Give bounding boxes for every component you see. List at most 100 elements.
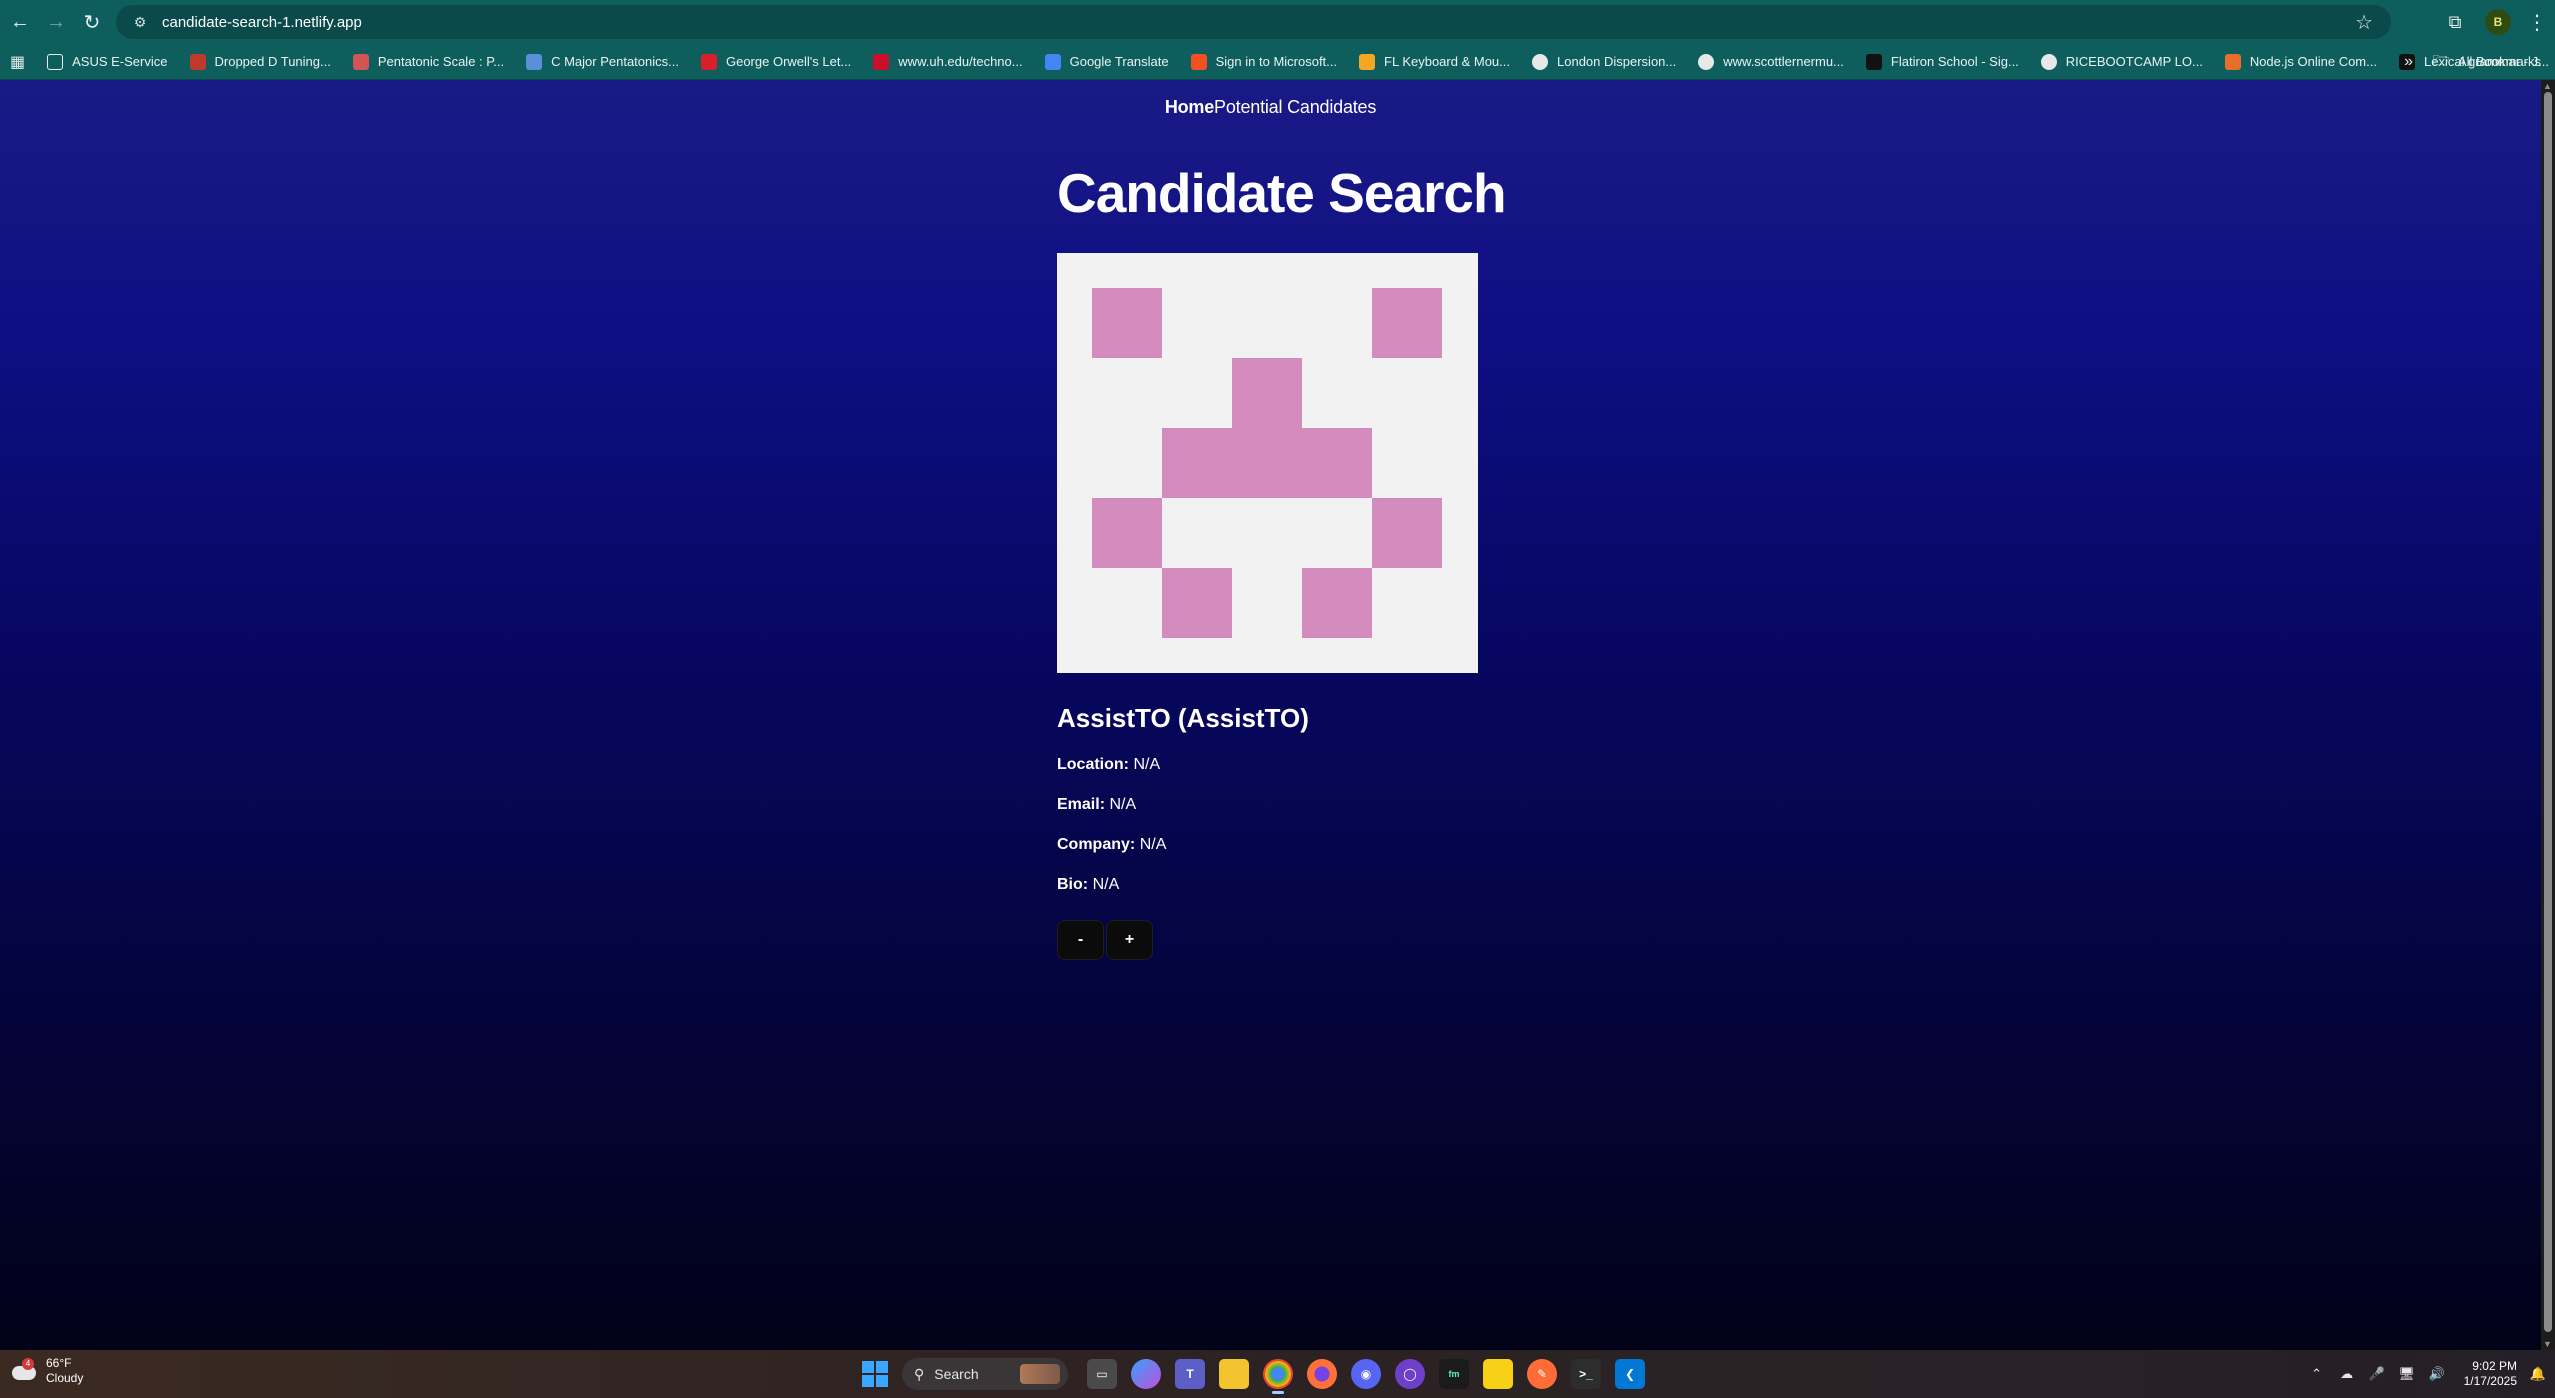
bookmark-label: Flatiron School - Sig... [1890,54,2019,69]
clock[interactable]: 9:02 PM 1/17/2025 [2464,1359,2517,1389]
bookmark-item[interactable]: FL Keyboard & Mou... [1359,53,1510,70]
teams-icon[interactable]: T [1175,1359,1205,1389]
bookmark-item[interactable]: RICEBOOTCAMP LO... [2040,53,2203,70]
scroll-up-icon[interactable]: ▲ [2543,81,2552,91]
github-desktop-icon[interactable]: ◯ [1395,1359,1425,1389]
clock-time: 9:02 PM [2472,1359,2517,1373]
taskbar-search[interactable]: ⚲ Search [902,1358,1068,1390]
music-icon [526,53,543,70]
company-field: Company: N/A [1057,836,1477,854]
accept-candidate-button[interactable]: + [1106,920,1153,960]
browser-toolbar: ← → ↻ ⚙ candidate-search-1.netlify.app ☆… [0,0,2555,44]
bio-label: Bio: [1057,876,1089,893]
search-icon: ⚲ [914,1365,925,1382]
volume-icon[interactable]: 🔊 [2422,1366,2452,1382]
vscode-icon[interactable]: ❮ [1615,1359,1645,1389]
bookmark-item[interactable]: Flatiron School - Sig... [1865,53,2019,70]
reject-candidate-button[interactable]: - [1057,920,1104,960]
notification-bell-icon[interactable]: 🔔 [2527,1366,2549,1382]
bookmarks-bar: ▦ ASUS E-Service Dropped D Tuning... Penta… [0,44,2555,80]
weather-condition: Cloudy [46,1371,84,1385]
bookmark-label: Pentatonic Scale : P... [377,54,505,69]
microphone-icon[interactable]: 🎤 [2362,1366,2392,1382]
postman-icon[interactable]: ✎ [1527,1359,1557,1389]
bookmark-label: London Dispersion... [1557,54,1677,69]
candidate-name: AssistTO (AssistTO) [1057,703,1309,733]
bookmark-item[interactable]: London Dispersion... [1532,53,1677,70]
chevron-up-icon[interactable]: ⌃ [2302,1366,2332,1382]
task-view-icon[interactable]: ▭ [1087,1359,1117,1389]
bookmark-label: Google Translate [1069,54,1169,69]
globe-icon [1698,53,1715,70]
identicon-cell [1092,498,1162,568]
reload-icon[interactable]: ↻ [74,4,110,40]
bookmark-item[interactable]: www.scottlernermu... [1698,53,1844,70]
trello-icon[interactable]: fm [1439,1359,1469,1389]
flatiron-icon [1865,53,1882,70]
bookmark-label: C Major Pentatonics... [551,54,679,69]
location-label: Location: [1057,756,1129,773]
copilot-icon[interactable] [1131,1359,1161,1389]
windows-start-icon[interactable] [862,1361,888,1387]
bookmark-item[interactable]: ASUS E-Service [47,53,168,70]
email-value: N/A [1109,796,1137,813]
address-bar[interactable]: ⚙ candidate-search-1.netlify.app ☆ [116,5,2391,39]
bookmark-label: FL Keyboard & Mou... [1384,54,1510,69]
firefox-icon[interactable] [1307,1359,1337,1389]
page-scrollbar[interactable]: ▲ ▼ [2541,80,2555,1350]
weather-widget[interactable]: 4 66°F Cloudy [10,1356,83,1386]
site-info-icon[interactable]: ⚙ [122,14,158,31]
company-label: Company: [1057,836,1136,853]
discord-icon[interactable]: ◉ [1351,1359,1381,1389]
scrollbar-thumb[interactable] [2544,92,2552,1332]
bookmark-label: George Orwell's Let... [725,54,852,69]
all-bookmarks-label: All Bookmarks [2457,54,2541,69]
bookmark-item[interactable]: www.uh.edu/techno... [873,53,1023,70]
bio-value: N/A [1092,876,1120,893]
file-explorer-icon[interactable] [1219,1359,1249,1389]
email-label: Email: [1057,796,1106,813]
page-title: Candidate Search [1057,162,1507,224]
candidate-actions: - + [1057,920,1477,960]
candidate-avatar-identicon [1057,253,1478,673]
profile-avatar[interactable]: B [2485,9,2511,35]
folder-icon: 🗁 [2432,51,2450,68]
bookmark-item[interactable]: Google Translate [1044,53,1169,70]
extensions-icon[interactable]: ⧉ [2435,12,2475,33]
all-bookmarks-button[interactable]: 🗁 All Bookmarks [2433,50,2541,74]
back-icon[interactable]: ← [2,4,38,40]
more-bookmarks-icon[interactable]: » [2404,53,2413,71]
windows-taskbar: 4 66°F Cloudy ⚲ Search ▭ T ◉ ◯ fm ✎ >_ ❮… [0,1350,2555,1398]
bookmark-item[interactable]: George Orwell's Let... [700,53,852,70]
chrome-icon[interactable] [1263,1359,1293,1394]
bookmark-star-icon[interactable]: ☆ [2355,10,2373,35]
candidate-details: Location: N/A Email: N/A Company: N/A Bi… [1057,756,1477,894]
nav-potential-candidates-link[interactable]: Potential Candidates [1214,97,1376,117]
url-text[interactable]: candidate-search-1.netlify.app [162,14,362,31]
identicon-cell [1092,288,1162,358]
apps-grid-icon[interactable]: ▦ [10,52,25,72]
terminal-icon[interactable]: >_ [1571,1359,1601,1389]
globe-icon [1532,53,1548,70]
fl-studio-icon [1359,53,1376,70]
bookmark-item[interactable]: Node.js Online Com... [2224,53,2377,70]
nav-home-link[interactable]: Home [1165,97,1214,117]
menu-kebab-icon[interactable]: ⋮ [2525,10,2549,35]
network-icon[interactable]: 🖥 [2392,1366,2422,1382]
sticky-notes-icon[interactable] [1483,1359,1513,1389]
code-icon [2224,53,2241,70]
taskbar-search-label: Search [934,1366,979,1382]
guitar-icon [189,53,206,70]
bookmark-item[interactable]: Sign in to Microsoft... [1190,53,1337,70]
onedrive-icon[interactable]: ☁ [2332,1366,2362,1382]
cloud-icon: 4 [10,1358,38,1382]
bookmark-item[interactable]: Dropped D Tuning... [189,53,331,70]
identicon-cell [1232,358,1302,428]
bookmark-item[interactable]: C Major Pentatonics... [526,53,679,70]
globe-icon [2040,53,2057,70]
bookmark-label: Dropped D Tuning... [214,54,331,69]
location-value: N/A [1133,756,1161,773]
scroll-down-icon[interactable]: ▼ [2543,1339,2552,1349]
bookmark-item[interactable]: Pentatonic Scale : P... [352,53,505,70]
forward-icon[interactable]: → [38,4,74,40]
